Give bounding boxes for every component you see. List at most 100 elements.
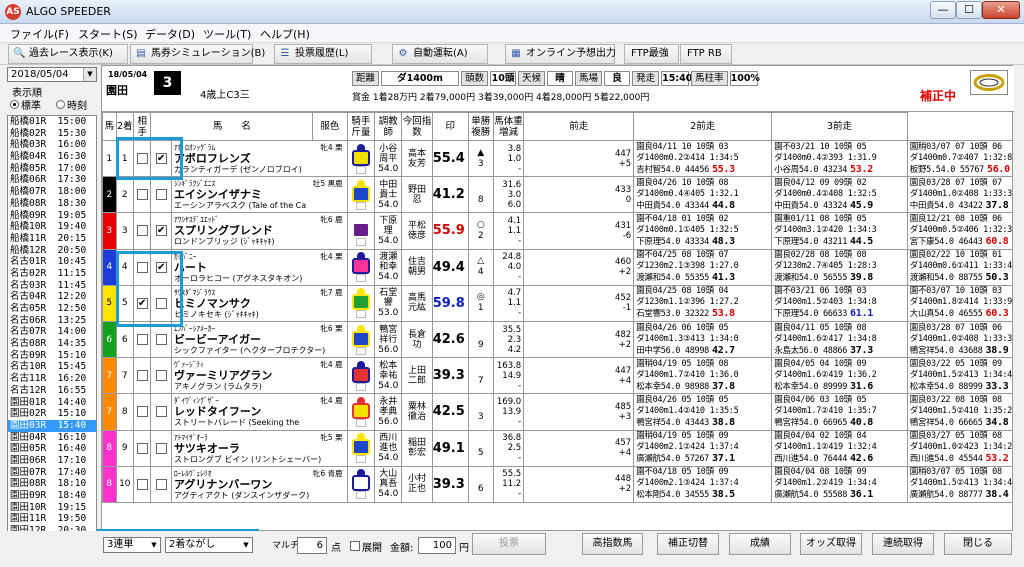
horse-name-cell[interactable]: ｶｯﾊﾞﾆｰ 牝4 栗ハート オーロラヒコー (アグネスタキオン) <box>170 248 348 286</box>
past-race-button[interactable]: 🔍 過去レース表示(K) <box>8 44 128 64</box>
race-list-item[interactable]: 船橋08R 18:30 <box>8 198 96 210</box>
race-list-item[interactable]: 船橋07R 18:00 <box>8 186 96 198</box>
race-list-item[interactable]: 園田02R 15:10 <box>8 408 96 420</box>
race-list-item[interactable]: 名古01R 10:45 <box>8 256 96 268</box>
odds-fetch-button[interactable]: オッズ取得 <box>800 533 862 555</box>
race-list-item[interactable]: 名古04R 12:20 <box>8 291 96 303</box>
continuous-fetch-button[interactable]: 連続取得 <box>872 533 934 555</box>
menu-file[interactable]: ファイル(F) <box>10 26 69 42</box>
menu-data[interactable]: データ(D) <box>145 26 195 42</box>
race-list-item[interactable]: 船橋02R 15:30 <box>8 128 96 140</box>
horse-name-cell[interactable]: ｳﾞｧｰｼﾞﾃｨ 牝4 鹿ヴァーミリアグラン アキノグラン (ラムタラ) <box>170 357 348 395</box>
race-list-item[interactable]: 園田09R 18:40 <box>8 490 96 502</box>
table-row[interactable]: 6 6 ｴﾝﾊﾞｰｼｱﾒｰｶｰ 牝6 栗ビービーアイガー シックファイター (ヘクターブ… <box>102 320 1013 359</box>
race-list-item[interactable]: 名古06R 13:25 <box>8 315 96 327</box>
table-row[interactable]: 1 1 ✔ ｱﾎﾟﾛｵﾝｯｸﾞﾗﾑ 牝4 栗アポロフレンズ ガランティガーデ (ゼンノロブ… <box>102 139 1013 178</box>
menu-tools[interactable]: ツール(T) <box>203 26 251 42</box>
table-row[interactable]: 3 3 ✔ ｱﾜｼﾔｽﾃﾞﾕｴｯﾄﾞ 牝6 鹿スプリングブレンド ロンドンブリッジ (ｼﾞ… <box>102 212 1013 250</box>
race-list-item[interactable]: 名古08R 14:35 <box>8 338 96 350</box>
second-place-checkbox[interactable] <box>136 370 148 382</box>
partner-checkbox[interactable]: ✔ <box>155 261 167 273</box>
online-output-button[interactable]: ▦ オンライン予想出力 <box>505 44 616 64</box>
race-list-item[interactable]: 園田11R 19:50 <box>8 513 96 525</box>
horse-name-cell[interactable]: ﾛｰﾚﾙｳﾞｪﾚﾘｵ 牝6 青鹿 アグリナンバーワン アグティアクト (ダンスインザダ… <box>170 465 348 503</box>
minimize-button[interactable]: — <box>930 1 956 19</box>
race-list-item[interactable]: 園田04R 16:10 <box>8 432 96 444</box>
race-list-item[interactable]: 船橋06R 17:30 <box>8 174 96 186</box>
ftp-saikyo-button[interactable]: FTP最強 <box>624 44 679 64</box>
partner-checkbox[interactable]: ✔ <box>155 153 167 165</box>
partner-checkbox[interactable] <box>155 297 167 309</box>
second-place-checkbox[interactable] <box>136 478 148 490</box>
partner-checkbox[interactable] <box>155 334 167 346</box>
horse-name-cell[interactable]: ﾀﾞｲｳﾞｨﾝｸﾞｻﾞｰ 牝4 鹿レッドタイフーン ストリートバレード (Seeki… <box>170 393 348 431</box>
second-place-checkbox[interactable] <box>136 334 148 346</box>
table-row[interactable]: 5 5 ✔ ｻﾜｽﾀﾞﾏｼﾞﾗｳｽ 牝7 鹿ヒミノマンサク ヒミノキセキ (ｼﾞｬｷｷｬｷ… <box>102 284 1013 322</box>
second-place-checkbox[interactable] <box>136 442 148 454</box>
ftp-rb-button[interactable]: FTP RB <box>680 44 732 64</box>
race-list-item[interactable]: 名古11R 16:20 <box>8 373 96 385</box>
race-list-item[interactable]: 園田07R 17:40 <box>8 467 96 479</box>
race-list-item[interactable]: 園田05R 16:40 <box>8 443 96 455</box>
menu-start[interactable]: スタート(S) <box>78 26 138 42</box>
race-list-item[interactable]: 園田06R 17:10 <box>8 455 96 467</box>
race-list[interactable]: 船橋01R 15:00 船橋02R 15:30 船橋03R 16:00 船橋04R 1… <box>7 115 97 563</box>
horse-name-cell[interactable]: ｱﾎﾟﾛｵﾝｯｸﾞﾗﾑ 牝4 栗アポロフレンズ ガランティガーデ (ゼンノロブロイ) <box>170 139 348 178</box>
vote-button[interactable]: 投票 <box>472 533 546 555</box>
table-row[interactable]: 2 2 ｼﾝｷﾞﾗｸｼﾞｴﾆｽ 牡5 黒鹿 エイシンイザナミ エーシンアラベスク (Tal… <box>102 176 1013 214</box>
partner-checkbox[interactable] <box>155 189 167 201</box>
results-button[interactable]: 成績 <box>729 533 791 555</box>
horse-name-cell[interactable]: ｱﾜｼﾔｽﾃﾞﾕｴｯﾄﾞ 牝6 鹿スプリングブレンド ロンドンブリッジ (ｼﾞｬｷｷ… <box>170 212 348 250</box>
menu-help[interactable]: ヘルプ(H) <box>260 26 310 42</box>
close-button[interactable]: 閉じる <box>944 533 1012 555</box>
race-list-item[interactable]: 名古10R 15:45 <box>8 361 96 373</box>
race-list-item[interactable]: 園田08R 18:10 <box>8 478 96 490</box>
horse-name-cell[interactable]: ｻﾜｽﾀﾞﾏｼﾞﾗｳｽ 牝7 鹿ヒミノマンサク ヒミノキセキ (ｼﾞｬｷｷｬｷ) <box>170 284 348 322</box>
table-row[interactable]: 7 8 ﾀﾞｲｳﾞｨﾝｸﾞｻﾞｰ 牝4 鹿レッドタイフーン ストリートバレード (See… <box>102 393 1013 431</box>
horse-name-cell[interactable]: ｼﾝｷﾞﾗｸｼﾞｴﾆｽ 牡5 黒鹿 エイシンイザナミ エーシンアラベスク (Tale … <box>170 176 348 214</box>
table-row[interactable]: 4 4 ✔ ｶｯﾊﾞﾆｰ 牝4 栗ハート オーロラヒコー (アグネスタキオン) 渡瀬 和幸 … <box>102 248 1013 286</box>
race-list-item[interactable]: 船橋03R 16:00 <box>8 139 96 151</box>
order-radio-time[interactable]: 時刻 <box>56 97 87 112</box>
order-radio-standard[interactable]: 標準 <box>10 97 41 112</box>
date-select[interactable]: 2018/05/04 ▼ <box>7 67 97 82</box>
ticket-simulation-button[interactable]: ▤ 馬券シミュレーション(B) <box>130 44 265 64</box>
vote-history-button[interactable]: ☰ 投票履歴(L) <box>274 44 372 64</box>
race-list-item[interactable]: 名古07R 14:00 <box>8 326 96 338</box>
correction-toggle-button[interactable]: 補正切替 <box>657 533 719 555</box>
table-row[interactable]: 8 10 ﾛｰﾚﾙｳﾞｪﾚﾘｵ 牝6 青鹿 アグリナンバーワン アグティアクト (ダンスイ… <box>102 465 1013 503</box>
race-list-item[interactable]: 船橋05R 17:00 <box>8 163 96 175</box>
race-list-item[interactable]: 船橋01R 15:00 <box>8 116 96 128</box>
amount-input[interactable]: 100 <box>418 537 456 554</box>
race-list-item[interactable]: 名古09R 15:10 <box>8 350 96 362</box>
horse-name-cell[interactable]: ｴﾝﾊﾞｰｼｱﾒｰｶｰ 牝6 栗ビービーアイガー シックファイター (ヘクターブロテ… <box>170 320 348 359</box>
second-place-checkbox[interactable]: ✔ <box>136 297 148 309</box>
partner-checkbox[interactable] <box>155 406 167 418</box>
second-place-checkbox[interactable] <box>136 189 148 201</box>
horse-name-cell[interactable]: ｱﾄﾏｲｻﾞｵｰﾗ 牝5 栗サツキオーラ ストロングブ ビイン (リントシェーバー) <box>170 429 348 467</box>
partner-checkbox[interactable] <box>155 370 167 382</box>
second-place-checkbox[interactable] <box>136 225 148 237</box>
race-list-item[interactable]: 園田10R 19:15 <box>8 502 96 514</box>
high-index-button[interactable]: 高指数馬 <box>582 533 643 555</box>
race-list-item[interactable]: 船橋12R 20:50 <box>8 245 96 257</box>
race-list-item[interactable]: 船橋04R 16:30 <box>8 151 96 163</box>
race-list-item[interactable]: 船橋10R 19:40 <box>8 221 96 233</box>
tenkai-checkbox[interactable] <box>350 541 360 551</box>
race-list-item[interactable]: 園田01R 14:40 <box>8 397 96 409</box>
race-list-item[interactable]: 名古05R 12:50 <box>8 303 96 315</box>
bet-type-select[interactable]: 3連単 ▼ <box>103 537 161 553</box>
table-row[interactable]: 8 9 ｱﾄﾏｲｻﾞｵｰﾗ 牝5 栗サツキオーラ ストロングブ ビイン (リントシェーバ… <box>102 429 1013 467</box>
bet-mode-select[interactable]: 2着ながし ▼ <box>165 537 253 553</box>
partner-checkbox[interactable] <box>155 478 167 490</box>
partner-checkbox[interactable] <box>155 442 167 454</box>
maximize-button[interactable]: ☐ <box>956 1 982 19</box>
close-window-button[interactable]: ✕ <box>982 1 1020 19</box>
race-list-item[interactable]: 船橋11R 20:15 <box>8 233 96 245</box>
race-list-item[interactable]: 園田03R 15:40 <box>8 419 96 432</box>
second-place-checkbox[interactable] <box>136 261 148 273</box>
race-list-item[interactable]: 名古12R 16:55 <box>8 385 96 397</box>
partner-checkbox[interactable]: ✔ <box>155 225 167 237</box>
second-place-checkbox[interactable] <box>136 153 148 165</box>
race-list-item[interactable]: 名古03R 11:45 <box>8 280 96 292</box>
